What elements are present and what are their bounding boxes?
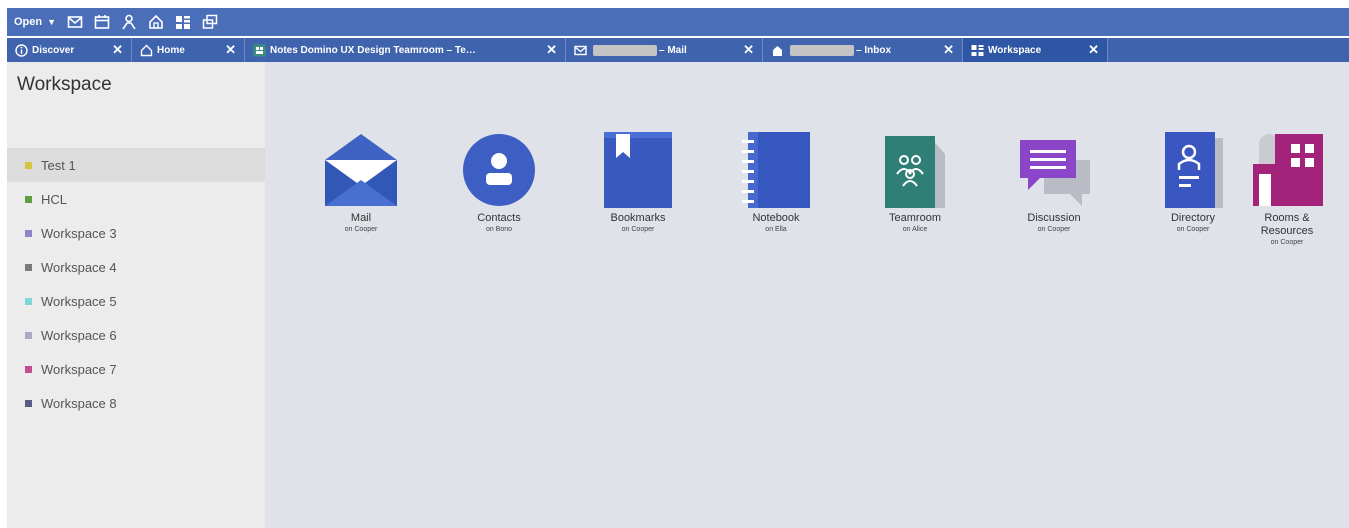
redacted-name xyxy=(790,44,854,56)
discussion-app-icon xyxy=(1014,130,1094,210)
tab-teamroom[interactable]: Notes Domino UX Design Teamroom – Te… ✕ xyxy=(245,38,566,62)
workspace-item-7[interactable]: Workspace 7 xyxy=(7,352,265,386)
close-icon[interactable]: ✕ xyxy=(538,42,557,58)
color-swatch xyxy=(25,331,32,339)
workspace-icon[interactable] xyxy=(175,14,191,30)
workspace-window: Open ▼ Discover ✕ Home ✕ Notes Domino UX… xyxy=(7,8,1349,528)
workspace-sidebar: Workspace Test 1 HCL Workspace 3 Workspa… xyxy=(7,62,265,528)
app-tile-contacts[interactable]: Contacts on Bono xyxy=(439,130,559,233)
workspace-item-label: Test 1 xyxy=(41,157,76,173)
workspace-item-label: Workspace 7 xyxy=(41,361,117,377)
windows-icon[interactable] xyxy=(202,14,218,30)
app-tile-rooms-resources[interactable]: Rooms & Resources on Cooper xyxy=(1227,130,1347,246)
contacts-app-icon xyxy=(459,130,539,210)
home-icon xyxy=(140,44,153,57)
person-icon[interactable] xyxy=(121,14,137,30)
mail-icon xyxy=(574,44,587,57)
workspace-item-3[interactable]: Workspace 3 xyxy=(7,216,265,250)
app-server: on Cooper xyxy=(1270,239,1304,246)
tab-label: Discover xyxy=(32,44,75,56)
calendar-icon[interactable] xyxy=(94,14,110,30)
database-icon xyxy=(771,44,784,57)
redacted-name xyxy=(593,44,657,56)
workspace-item-label: Workspace 3 xyxy=(41,225,117,241)
workspace-item-label: Workspace 5 xyxy=(41,293,117,309)
tab-home[interactable]: Home ✕ xyxy=(132,38,245,62)
tab-label: Home xyxy=(157,44,185,56)
caret-down-icon: ▼ xyxy=(47,17,57,27)
mail-app-icon xyxy=(321,130,401,210)
app-name: Mail xyxy=(350,212,372,224)
workspace-item-5[interactable]: Workspace 5 xyxy=(7,284,265,318)
app-name: Bookmarks xyxy=(610,212,666,224)
color-swatch xyxy=(25,195,32,203)
bookmarks-app-icon xyxy=(598,130,678,210)
close-icon[interactable]: ✕ xyxy=(935,42,954,58)
app-server: on Cooper xyxy=(1037,226,1071,233)
tab-inbox[interactable]: – Inbox ✕ xyxy=(763,38,963,62)
close-icon[interactable]: ✕ xyxy=(1080,42,1099,58)
app-server: on Ella xyxy=(765,226,787,233)
workspace-icon xyxy=(971,44,984,57)
workspace-item-4[interactable]: Workspace 4 xyxy=(7,250,265,284)
app-name: Rooms & Resources xyxy=(1260,212,1314,237)
workspace-item-8[interactable]: Workspace 8 xyxy=(7,386,265,420)
app-name: Notebook xyxy=(752,212,800,224)
color-swatch xyxy=(25,365,32,373)
app-tile-bookmarks[interactable]: Bookmarks on Cooper xyxy=(578,130,698,233)
app-name: Discussion xyxy=(1027,212,1081,224)
color-swatch xyxy=(25,229,32,237)
teamroom-app-icon xyxy=(875,130,955,210)
workspace-item-label: HCL xyxy=(41,191,68,207)
open-label: Open xyxy=(14,16,43,28)
notebook-app-icon xyxy=(736,130,816,210)
workspace-item-label: Workspace 8 xyxy=(41,395,117,411)
tab-mail[interactable]: – Mail ✕ xyxy=(566,38,763,62)
top-toolbar: Open ▼ xyxy=(7,8,1349,36)
app-tile-discussion[interactable]: Discussion on Cooper xyxy=(994,130,1114,233)
tab-discover[interactable]: Discover ✕ xyxy=(7,38,132,62)
workspace-item-hcl[interactable]: HCL xyxy=(7,182,265,216)
app-server: on Bono xyxy=(485,226,513,233)
color-swatch xyxy=(25,263,32,271)
workspace-item-test-1[interactable]: Test 1 xyxy=(7,148,265,182)
info-icon xyxy=(15,43,28,57)
workspace-item-label: Workspace 4 xyxy=(41,259,117,275)
rooms-resources-app-icon xyxy=(1247,130,1327,210)
color-swatch xyxy=(25,297,32,305)
directory-app-icon xyxy=(1153,130,1233,210)
home-icon[interactable] xyxy=(148,14,164,30)
tab-label: – Mail xyxy=(659,44,687,56)
tab-label: Workspace xyxy=(988,44,1042,56)
tab-bar: Discover ✕ Home ✕ Notes Domino UX Design… xyxy=(7,38,1349,62)
close-icon[interactable]: ✕ xyxy=(217,42,236,58)
workspace-main-area: Mail on Cooper Contacts on Bono Bookmark… xyxy=(265,62,1349,528)
close-icon[interactable]: ✕ xyxy=(735,42,754,58)
app-tile-teamroom[interactable]: Teamroom on Alice xyxy=(855,130,975,233)
workspace-item-6[interactable]: Workspace 6 xyxy=(7,318,265,352)
app-tile-mail[interactable]: Mail on Cooper xyxy=(301,130,421,233)
app-server: on Cooper xyxy=(344,226,378,233)
sidebar-title: Workspace xyxy=(17,74,112,95)
tab-label: Notes Domino UX Design Teamroom – Te… xyxy=(270,44,476,56)
app-tile-notebook[interactable]: Notebook on Ella xyxy=(716,130,836,233)
teamroom-icon xyxy=(253,44,266,57)
color-swatch xyxy=(25,161,32,169)
app-name: Contacts xyxy=(477,212,521,224)
tab-workspace[interactable]: Workspace ✕ xyxy=(963,38,1108,62)
app-name: Teamroom xyxy=(889,212,941,224)
workspace-list: Test 1 HCL Workspace 3 Workspace 4 Works… xyxy=(7,148,265,420)
app-server: on Cooper xyxy=(621,226,655,233)
mail-icon[interactable] xyxy=(67,14,83,30)
app-server: on Alice xyxy=(902,226,928,233)
workspace-item-label: Workspace 6 xyxy=(41,327,117,343)
color-swatch xyxy=(25,399,32,407)
tab-label: – Inbox xyxy=(856,44,892,56)
close-icon[interactable]: ✕ xyxy=(104,42,123,58)
open-menu-button[interactable]: Open ▼ xyxy=(14,16,56,28)
